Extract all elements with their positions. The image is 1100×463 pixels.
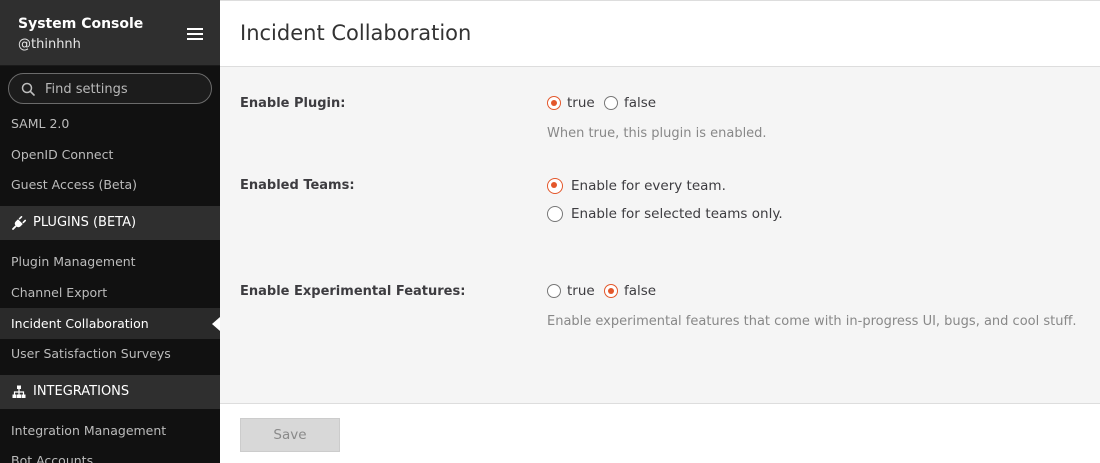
enable-plugin-true-radio[interactable]: true	[547, 95, 595, 111]
enable-plugin-false-radio[interactable]: false	[604, 95, 656, 111]
sidebar-item-saml[interactable]: SAML 2.0	[0, 108, 220, 139]
enable-plugin-help-text: When true, this plugin is enabled.	[547, 126, 767, 141]
sidebar-item-guest-access[interactable]: Guest Access (Beta)	[0, 169, 220, 200]
experimental-features-label: Enable Experimental Features:	[240, 284, 466, 299]
radio-label: true	[567, 95, 595, 111]
sidebar-section-plugins: PLUGINS (BETA)	[0, 206, 220, 240]
sidebar-item-openid-connect[interactable]: OpenID Connect	[0, 139, 220, 170]
page-title: Incident Collaboration	[240, 21, 472, 45]
experimental-help-text: Enable experimental features that come w…	[547, 314, 1077, 329]
main-content: Incident Collaboration Enable Plugin: tr…	[220, 0, 1100, 463]
enable-selected-teams-radio[interactable]: Enable for selected teams only.	[547, 206, 783, 222]
hamburger-menu-icon[interactable]	[187, 28, 203, 40]
sidebar-item-plugin-management[interactable]: Plugin Management	[0, 246, 220, 277]
sidebar-section-integrations: INTEGRATIONS	[0, 375, 220, 409]
sitemap-icon	[12, 385, 26, 398]
save-footer: Save	[220, 403, 1100, 463]
plugins-section-label: PLUGINS (BETA)	[33, 215, 137, 230]
radio-label: true	[567, 283, 595, 299]
console-title: System Console	[18, 16, 144, 32]
active-indicator	[212, 317, 220, 331]
radio-label: Enable for every team.	[571, 178, 726, 194]
radio-unchecked-icon	[604, 96, 618, 110]
search-box	[8, 73, 212, 104]
enable-plugin-label: Enable Plugin:	[240, 96, 346, 111]
radio-checked-icon	[547, 96, 561, 110]
radio-label: false	[624, 95, 657, 111]
radio-checked-icon	[547, 178, 563, 194]
sidebar-item-label: Incident Collaboration	[11, 316, 149, 331]
username: @thinhnh	[18, 37, 81, 52]
sidebar: System Console @thinhnh SAML 2.0 OpenID …	[0, 0, 220, 463]
experimental-false-radio[interactable]: false	[604, 283, 656, 299]
plug-icon	[12, 216, 26, 230]
radio-label: Enable for selected teams only.	[571, 206, 783, 222]
enabled-teams-label: Enabled Teams:	[240, 178, 355, 193]
search-input[interactable]	[45, 79, 205, 99]
sidebar-item-user-satisfaction-surveys[interactable]: User Satisfaction Surveys	[0, 338, 220, 369]
radio-label: false	[624, 283, 657, 299]
sidebar-item-incident-collaboration[interactable]: Incident Collaboration	[0, 308, 220, 339]
integrations-section-label: INTEGRATIONS	[33, 384, 130, 399]
page-header: Incident Collaboration	[220, 0, 1100, 67]
enable-every-team-radio[interactable]: Enable for every team.	[547, 178, 726, 194]
radio-checked-icon	[604, 284, 618, 298]
sidebar-header: System Console @thinhnh	[0, 0, 220, 66]
experimental-true-radio[interactable]: true	[547, 283, 595, 299]
sidebar-item-integration-management[interactable]: Integration Management	[0, 415, 220, 446]
radio-unchecked-icon	[547, 206, 563, 222]
save-button[interactable]: Save	[240, 418, 340, 452]
radio-unchecked-icon	[547, 284, 561, 298]
sidebar-item-channel-export[interactable]: Channel Export	[0, 277, 220, 308]
search-icon	[21, 82, 35, 96]
sidebar-item-bot-accounts[interactable]: Bot Accounts	[0, 445, 220, 463]
